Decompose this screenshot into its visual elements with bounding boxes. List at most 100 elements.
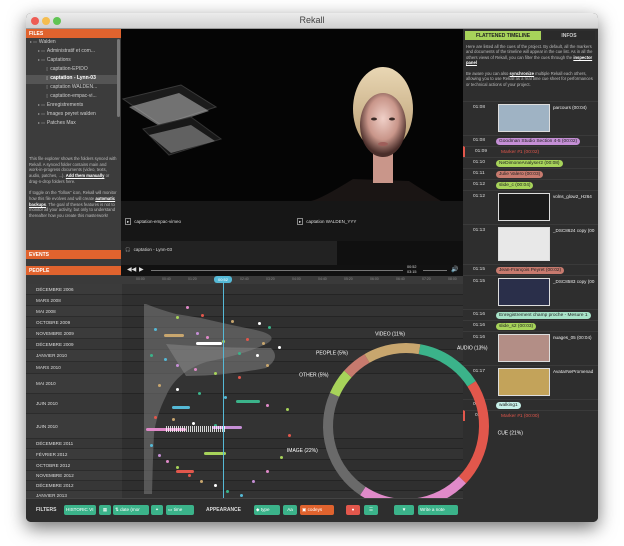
- event-dot[interactable]: [238, 376, 241, 379]
- cue-row[interactable]: 01:12 volns_glow2_H264: [463, 190, 598, 224]
- people-header[interactable]: PEOPLE: [26, 266, 121, 275]
- tree-item[interactable]: ▸ ▭ Enregistrements: [26, 102, 118, 111]
- cue-tag[interactable]: slide_s2 (00:03): [496, 323, 537, 330]
- event-dot[interactable]: [252, 480, 255, 483]
- tab-infos[interactable]: INFOS: [543, 31, 595, 40]
- list-icon[interactable]: ☰: [364, 505, 378, 515]
- tree-item[interactable]: ▸ ▭ Captations: [26, 57, 118, 66]
- event-dot[interactable]: [258, 322, 261, 325]
- event-dot[interactable]: [201, 314, 204, 317]
- event-dot[interactable]: [192, 422, 195, 425]
- event-dot[interactable]: [226, 490, 229, 493]
- event-dot[interactable]: [288, 434, 291, 437]
- events-header[interactable]: EVENTS: [26, 250, 121, 259]
- cue-tag[interactable]: Enregistrement champ proche - Mesure 1: [496, 312, 591, 319]
- event-dot[interactable]: [266, 470, 269, 473]
- cue-marker[interactable]: Marker #1 (00:02): [498, 149, 542, 156]
- event-dot[interactable]: [240, 494, 243, 497]
- cue-thumbnail[interactable]: [498, 334, 550, 362]
- date-sort-button[interactable]: ⇅ date (mor: [113, 505, 149, 515]
- calendar-icon[interactable]: ▦: [99, 505, 111, 515]
- cue-row[interactable]: 01:16 Enregistrement champ proche - Mesur…: [463, 309, 598, 320]
- event-dot[interactable]: [176, 388, 179, 391]
- event-dot[interactable]: [198, 392, 201, 395]
- event-dot[interactable]: [286, 408, 289, 411]
- event-bar[interactable]: [236, 400, 260, 403]
- event-dot[interactable]: [278, 346, 281, 349]
- event-dot[interactable]: [150, 354, 153, 357]
- cue-row[interactable]: 01:08 parcours (00:04): [463, 101, 598, 135]
- tree-item[interactable]: ▯ captation-EPIDO: [26, 66, 118, 75]
- cue-row[interactable]: 01:15 _DSC8583 copy (00: [463, 275, 598, 309]
- cue-thumbnail[interactable]: [498, 104, 550, 132]
- audio-waveform[interactable]: [166, 426, 226, 432]
- event-dot[interactable]: [256, 354, 259, 357]
- cue-tag[interactable]: walking1: [496, 402, 521, 409]
- tree-item[interactable]: ▯ captation-empac-vi...: [26, 93, 118, 102]
- event-bar[interactable]: [164, 334, 184, 337]
- time-ruler[interactable]: 00:0000:4001:2002:0002:4003:2004:0004:40…: [26, 276, 463, 284]
- tree-item[interactable]: ▸ ▭ Walden: [26, 39, 118, 48]
- event-bar[interactable]: [196, 342, 222, 345]
- volume-slider[interactable]: [423, 270, 447, 271]
- tree-scrollbar[interactable]: [117, 39, 120, 117]
- cue-row[interactable]: 01:16 slide_s2 (00:03): [463, 320, 598, 331]
- event-bar[interactable]: [176, 470, 194, 473]
- event-dot[interactable]: [196, 332, 199, 335]
- tree-item[interactable]: ▸ ▭ Patches Max: [26, 120, 118, 129]
- cue-thumbnail[interactable]: [498, 193, 550, 221]
- type-button[interactable]: ◆ type: [254, 505, 280, 515]
- event-dot[interactable]: [188, 474, 191, 477]
- cue-thumbnail[interactable]: [498, 227, 550, 261]
- donut-slice[interactable]: [458, 381, 489, 484]
- cue-tag[interactable]: Julie Valero (00:03): [496, 171, 544, 178]
- event-dot[interactable]: [154, 328, 157, 331]
- event-dot[interactable]: [164, 358, 167, 361]
- cue-tag[interactable]: slide_c (00:04): [496, 182, 534, 189]
- volume-icon[interactable]: 🔊: [451, 266, 458, 273]
- event-dot[interactable]: [186, 306, 189, 309]
- tree-item[interactable]: ▯ captation WALDEN...: [26, 84, 118, 93]
- cue-tag[interactable]: Goodman Studio Section 4-5 (00:02): [496, 138, 581, 145]
- cue-tag[interactable]: Jean-François Peyret (00:02): [496, 267, 565, 274]
- event-dot[interactable]: [176, 316, 179, 319]
- link-icon[interactable]: ⚭: [151, 505, 163, 515]
- event-dot[interactable]: [214, 484, 217, 487]
- event-dot[interactable]: [262, 342, 265, 345]
- tab-flattened-timeline[interactable]: FLATTENED TIMELINE: [465, 31, 541, 40]
- donut-slice[interactable]: [329, 370, 352, 397]
- tree-item[interactable]: ▸ ▭ Images peyret walden: [26, 111, 118, 120]
- timeline-panel[interactable]: 00:0000:4001:2002:0002:4003:2004:0004:40…: [26, 276, 523, 519]
- donut-slice[interactable]: [364, 343, 421, 363]
- event-dot[interactable]: [176, 466, 179, 469]
- donut-slice[interactable]: [323, 392, 366, 496]
- event-dot[interactable]: [206, 336, 209, 339]
- event-dot[interactable]: [166, 460, 169, 463]
- seek-bar[interactable]: [151, 270, 403, 271]
- cue-row[interactable]: 01:13 _DSC8624 copy (00: [463, 224, 598, 264]
- event-dot[interactable]: [154, 416, 157, 419]
- event-dot[interactable]: [158, 384, 161, 387]
- event-dot[interactable]: [172, 418, 175, 421]
- write-note-button[interactable]: Write a note: [418, 505, 458, 515]
- event-dot[interactable]: [158, 454, 161, 457]
- synchronize-link[interactable]: synchronize: [510, 71, 534, 76]
- cue-row[interactable]: 01:08 Goodman Studio Section 4-5 (00:02): [463, 135, 598, 146]
- cue-row[interactable]: 01:09 Marker #1 (00:02): [463, 146, 598, 157]
- playhead-label[interactable]: 00:52: [214, 276, 232, 283]
- cue-row[interactable]: 01:15 Jean-François Peyret (00:02): [463, 264, 598, 275]
- cue-tag[interactable]: NeDimoneAnalyser2 (00:08): [496, 160, 563, 167]
- event-bar[interactable]: [172, 406, 190, 409]
- cue-row[interactable]: 01:10 NeDimoneAnalyser2 (00:08): [463, 157, 598, 168]
- video-player[interactable]: ▸ captation-empac-vimeo ▸ captation WALDEN…: [121, 29, 463, 276]
- tree-item[interactable]: ▸ ▭ Administratif et com...: [26, 48, 118, 57]
- event-dot[interactable]: [231, 320, 234, 323]
- event-dot[interactable]: [176, 364, 179, 367]
- add-manually-link[interactable]: Add them manually: [66, 173, 105, 178]
- event-dot[interactable]: [266, 404, 269, 407]
- cue-row[interactable]: 01:11 Julie Valero (00:03): [463, 168, 598, 179]
- event-dot[interactable]: [224, 396, 227, 399]
- historic-view-button[interactable]: HISTORIC VI: [64, 505, 96, 515]
- tree-item[interactable]: ▯ captation - Lynn-03: [26, 75, 118, 84]
- cue-marker[interactable]: Marker #1 (00:00): [498, 413, 542, 420]
